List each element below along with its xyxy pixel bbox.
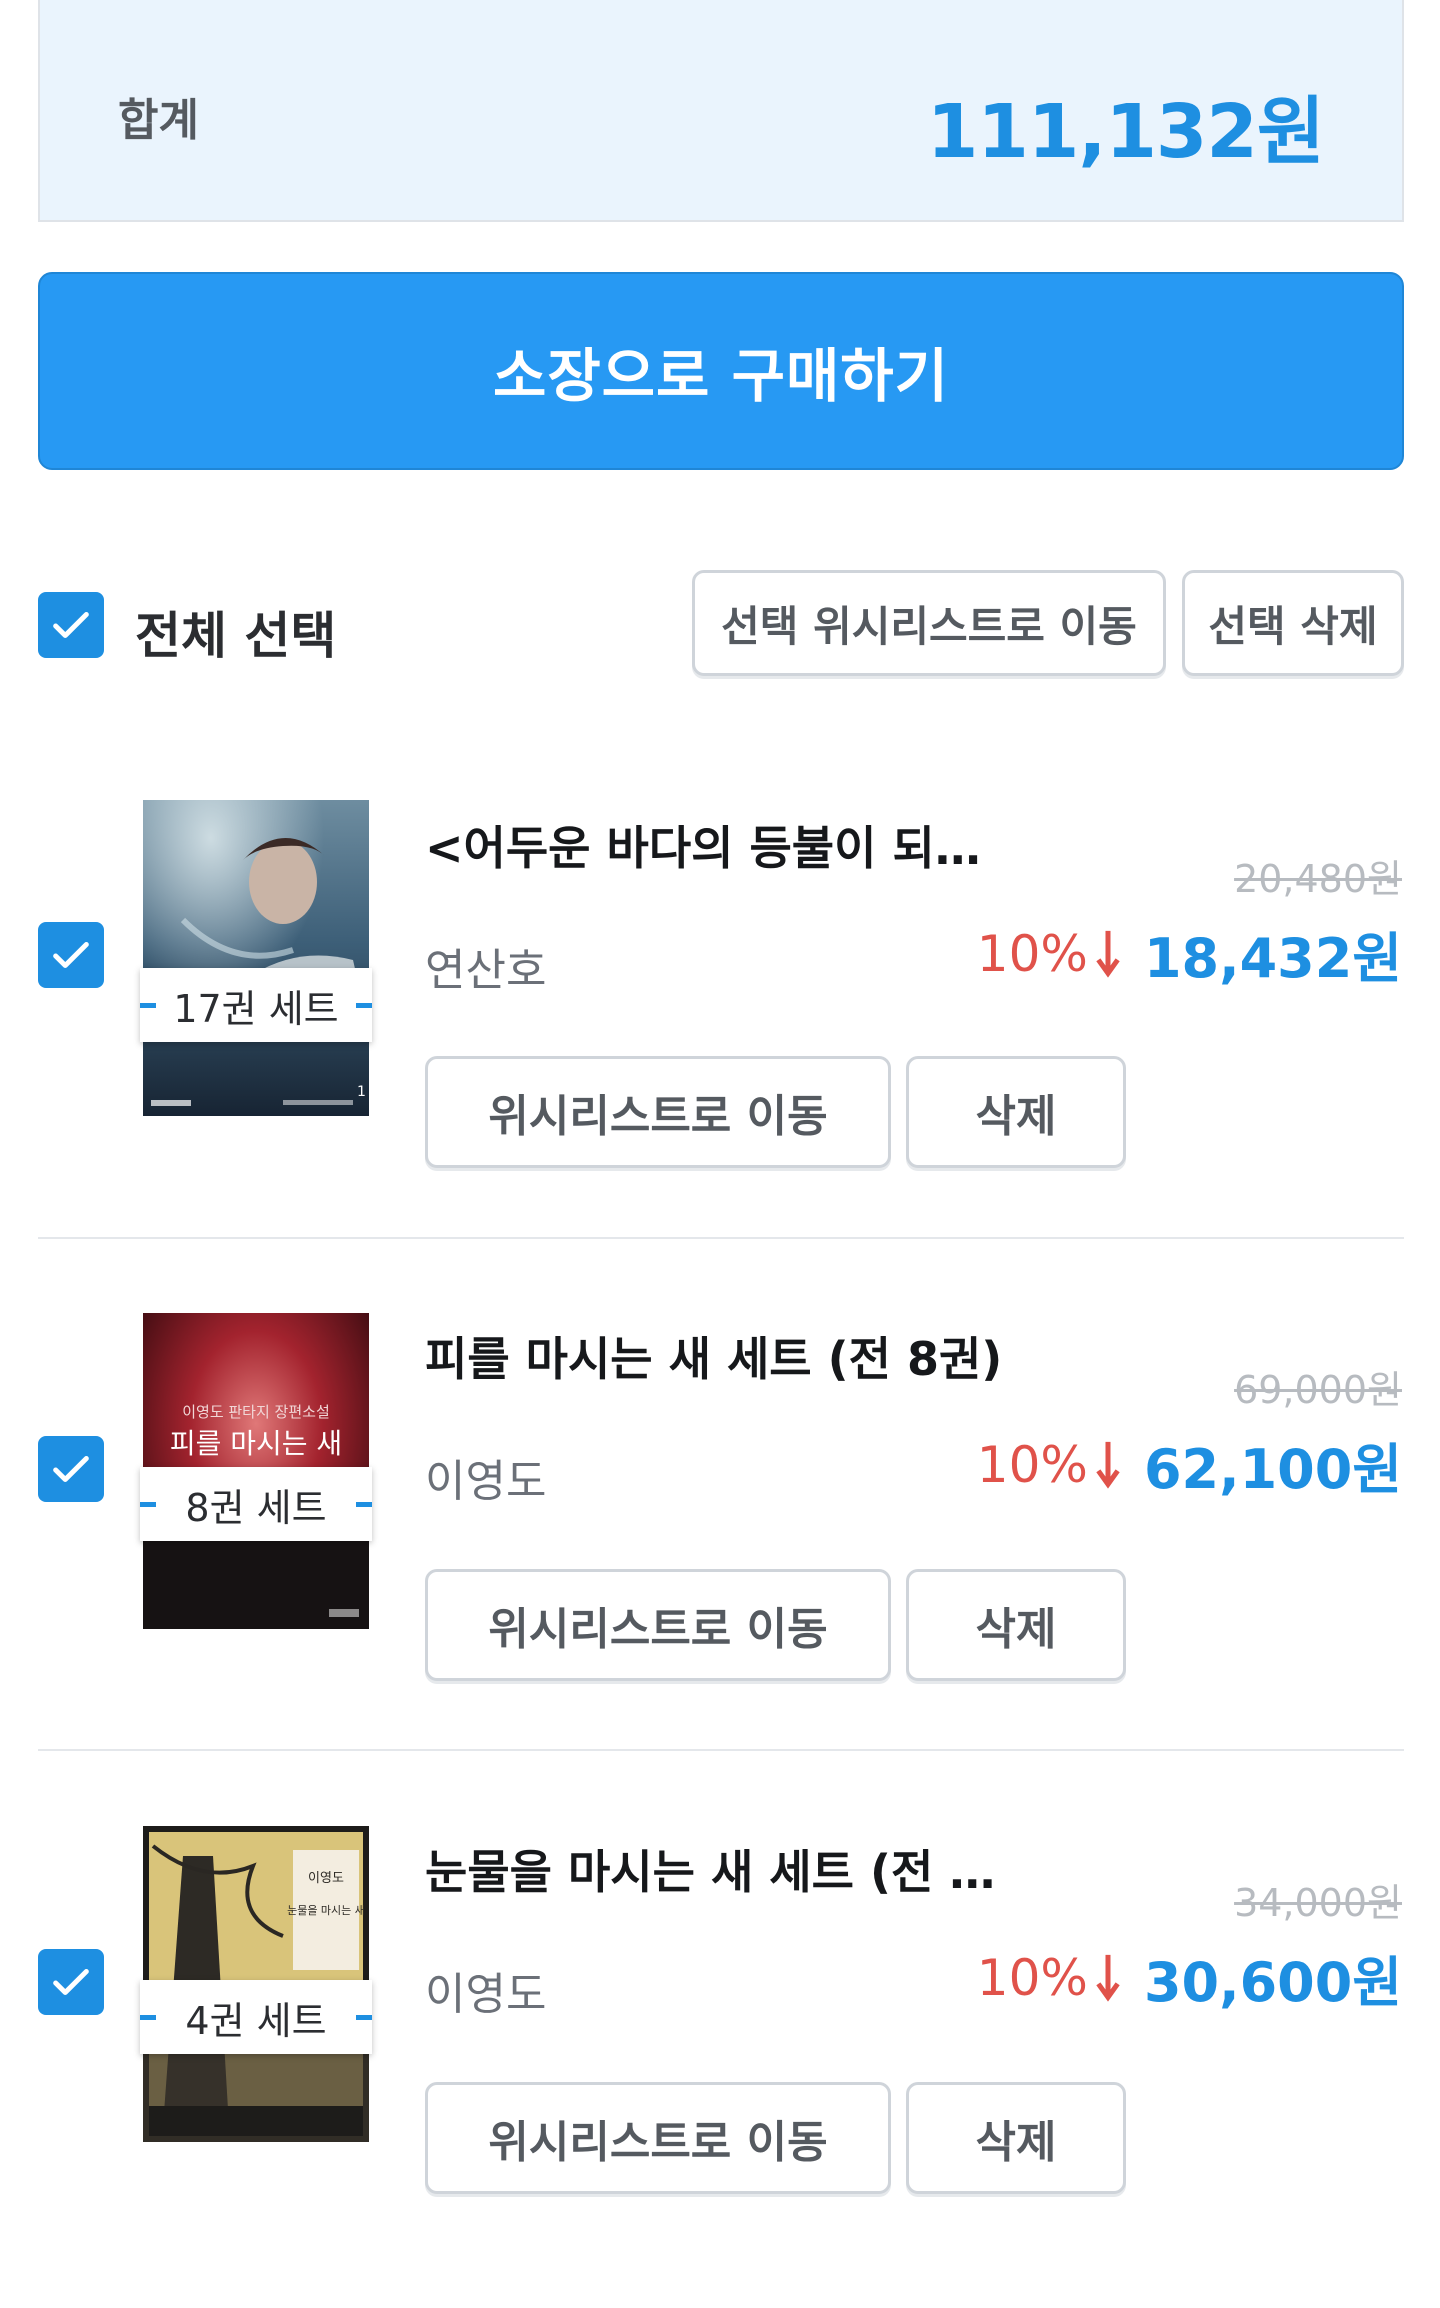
price-row: 10% 30,600원	[977, 1938, 1402, 2017]
book-cover[interactable]: 1	[143, 800, 369, 1116]
cart-item: 1 17권 세트 <어두운 바다의 등불이 되… 연산호 20,480원 10%…	[0, 770, 1440, 1282]
discount-rate: 10%	[977, 1436, 1122, 1494]
original-price: 34,000원	[1234, 1881, 1402, 1925]
select-all-label: 전체 선택	[135, 607, 337, 665]
final-price: 18,432원	[1143, 927, 1402, 990]
move-selected-to-wishlist-button[interactable]: 선택 위시리스트로 이동	[692, 570, 1166, 676]
check-icon	[53, 941, 89, 969]
total-summary: 합계 111,132원	[38, 0, 1404, 222]
select-all-checkbox[interactable]	[38, 592, 104, 658]
total-value: 111,132원	[926, 89, 1325, 175]
check-icon	[53, 1455, 89, 1483]
cart-item: 이영도 판타지 장편소설 피를 마시는 새 8권 세트 피를 마시는 새 세트 …	[0, 1283, 1440, 1795]
item-title[interactable]: 피를 마시는 새 세트 (전 8권)	[425, 1323, 1002, 1389]
delete-button[interactable]: 삭제	[906, 1569, 1126, 1681]
buy-button[interactable]: 소장으로 구매하기	[38, 272, 1404, 470]
item-title[interactable]: <어두운 바다의 등불이 되…	[425, 812, 981, 878]
delete-button[interactable]: 삭제	[906, 1056, 1126, 1168]
item-author[interactable]: 연산호	[425, 934, 546, 998]
original-price: 69,000원	[1234, 1368, 1402, 1412]
item-checkbox[interactable]	[38, 922, 104, 988]
total-label: 합계	[118, 95, 199, 146]
item-author[interactable]: 이영도	[425, 1445, 546, 1509]
discount-rate: 10%	[977, 1949, 1122, 2007]
price-row: 10% 18,432원	[977, 914, 1402, 993]
cart-item: 이영도 눈물을 마시는 새 4권 세트 눈물을 마시는 새 세트 (전 … 이영…	[0, 1796, 1440, 2308]
svg-text:1: 1	[357, 1084, 366, 1100]
arrow-down-icon	[1096, 930, 1120, 978]
item-title[interactable]: 눈물을 마시는 새 세트 (전 …	[425, 1836, 995, 1902]
delete-selected-button[interactable]: 선택 삭제	[1182, 570, 1404, 676]
delete-button[interactable]: 삭제	[906, 2082, 1126, 2194]
cover-title: 눈물을 마시는 새	[287, 1904, 365, 1917]
set-count-badge: 8권 세트	[140, 1467, 372, 1541]
move-to-wishlist-button[interactable]: 위시리스트로 이동	[425, 1056, 891, 1168]
cover-title: 피를 마시는 새	[170, 1427, 342, 1460]
move-to-wishlist-button[interactable]: 위시리스트로 이동	[425, 2082, 891, 2194]
check-icon	[53, 611, 89, 639]
set-count-badge: 4권 세트	[140, 1980, 372, 2054]
cover-author: 이영도	[308, 1871, 344, 1886]
discount-value: 10%	[976, 1435, 1088, 1494]
item-divider	[38, 1749, 1404, 1751]
item-divider	[38, 1237, 1404, 1239]
cover-subtitle: 이영도 판타지 장편소설	[182, 1403, 330, 1421]
final-price: 62,100원	[1143, 1438, 1402, 1501]
original-price: 20,480원	[1234, 857, 1402, 901]
set-count-badge: 17권 세트	[140, 968, 372, 1042]
check-icon	[53, 1968, 89, 1996]
arrow-down-icon	[1096, 1954, 1120, 2002]
discount-value: 10%	[976, 924, 1088, 983]
item-checkbox[interactable]	[38, 1436, 104, 1502]
discount-rate: 10%	[977, 925, 1122, 983]
item-author[interactable]: 이영도	[425, 1958, 546, 2022]
discount-value: 10%	[976, 1948, 1088, 2007]
item-checkbox[interactable]	[38, 1949, 104, 2015]
move-to-wishlist-button[interactable]: 위시리스트로 이동	[425, 1569, 891, 1681]
arrow-down-icon	[1096, 1441, 1120, 1489]
final-price: 30,600원	[1143, 1951, 1402, 2014]
price-row: 10% 62,100원	[977, 1425, 1402, 1504]
